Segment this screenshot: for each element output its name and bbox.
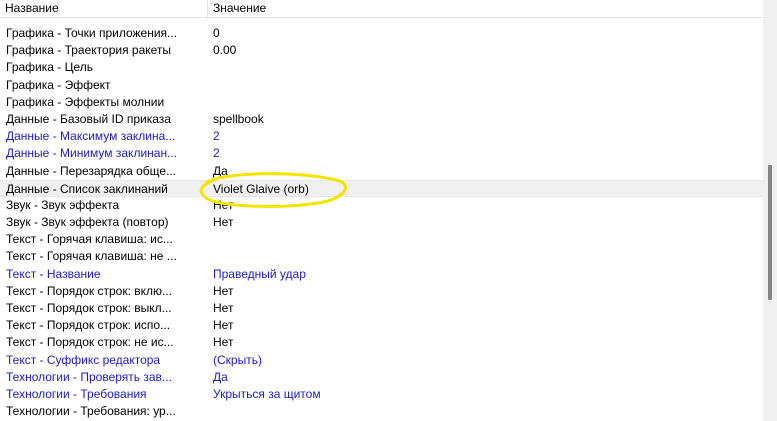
property-row[interactable]: Звук - Звук эффекта (повтор) Нет [0,214,763,231]
property-name: Технологии - Требования: ур... [6,404,176,419]
property-value[interactable]: Нет [213,214,753,231]
property-value[interactable]: 0.00 [213,42,753,59]
property-name: Текст - Суффикс редактора [6,352,161,367]
property-name: Графика - Цель [6,60,94,75]
property-row[interactable]: Текст - Горячая клавиша: ис... [0,231,763,248]
property-value[interactable]: Нет [213,300,753,317]
property-row[interactable]: Текст - Название Праведный удар [0,266,763,283]
property-value[interactable]: Праведный удар [213,266,753,283]
property-name: Звук - Звук эффекта (повтор) [6,215,169,230]
column-header-value[interactable]: Значение [208,0,763,17]
property-name: Данные - Максимум заклина... [6,129,176,144]
property-name: Технологии - Требования [6,386,147,401]
property-name: Графика - Точки приложения... [6,26,178,40]
property-value[interactable]: spellbook [213,111,753,128]
property-value[interactable]: 0 [213,25,753,42]
column-header: Название Значение [0,0,763,18]
property-name: Текст - Горячая клавиша: ис... [6,232,173,247]
property-row[interactable]: Текст - Горячая клавиша: не ... [0,248,763,265]
property-row[interactable]: Данные - Максимум заклина... 2 [0,128,763,145]
property-row[interactable]: Текст - Порядок строк: вклю... Нет [0,283,763,300]
property-name: Технологии - Проверять зав... [6,369,172,384]
vertical-scrollbar[interactable] [763,0,777,421]
property-name: Данные - Список заклинаний [6,181,168,196]
property-name: Текст - Порядок строк: выкл... [6,301,172,315]
property-name: Текст - Порядок строк: испо... [6,318,171,333]
scrollbar-thumb[interactable] [768,165,772,300]
property-row[interactable]: Графика - Траектория ракеты 0.00 [0,42,763,59]
property-row[interactable]: Данные - Базовый ID приказа spellbook [0,111,763,128]
property-value[interactable]: Нет [213,197,753,214]
property-value[interactable]: Нет [213,334,753,351]
property-row[interactable]: Графика - Цель [0,59,763,76]
object-properties-grid: Название Значение Графика - Точки прилож… [0,0,763,421]
property-value[interactable]: Укрыться за щитом [213,386,753,403]
property-row[interactable]: Текст - Суффикс редактора (Скрыть) [0,352,763,369]
property-row[interactable]: Графика - Точки приложения... 0 [0,25,763,42]
property-row[interactable]: Данные - Минимум заклинан... 2 [0,145,763,162]
property-value[interactable]: Нет [213,317,753,334]
property-name: Текст - Горячая клавиша: не ... [6,249,177,264]
property-value[interactable]: Да [213,369,753,386]
property-name: Текст - Название [6,266,101,281]
property-row[interactable]: Текст - Порядок строк: не ис... Нет [0,334,763,351]
property-row[interactable]: Технологии - Требования: ур... [0,403,763,420]
property-name: Данные - Минимум заклинан... [6,146,178,161]
property-row[interactable]: Графика - Эффекты молнии [0,94,763,111]
property-row[interactable]: Графика - Эффект [0,77,763,94]
properties-list: Графика - Точки приложения... 0 Графика - … [0,25,763,420]
property-value[interactable]: Нет [213,283,753,300]
property-name: Графика - Эффект [6,77,111,92]
column-header-name[interactable]: Название [0,0,208,17]
property-row[interactable]: Технологии - Требования Укрыться за щитом [0,386,763,403]
property-name: Звук - Звук эффекта [6,197,120,212]
property-row[interactable]: Звук - Звук эффекта Нет [0,197,763,214]
property-name: Данные - Базовый ID приказа [6,111,171,126]
property-row[interactable]: Данные - Список заклинаний Violet Glaive … [0,179,763,198]
property-value[interactable]: 2 [213,128,753,145]
property-row[interactable]: Технологии - Проверять зав... Да [0,369,763,386]
property-name: Текст - Порядок строк: вклю... [6,283,172,298]
property-row[interactable]: Данные - Перезарядка обще... Да [0,163,763,180]
property-name: Текст - Порядок строк: не ис... [6,335,174,350]
property-row[interactable]: Текст - Порядок строк: выкл... Нет [0,300,763,317]
property-name: Графика - Эффекты молнии [6,94,165,109]
property-value[interactable]: (Скрыть) [213,352,753,369]
property-value[interactable]: Violet Glaive (orb) [213,181,753,198]
property-value[interactable]: 2 [213,145,753,162]
property-name: Данные - Перезарядка обще... [6,163,177,178]
property-name: Графика - Траектория ракеты [6,43,172,58]
property-value[interactable]: Да [213,163,753,180]
property-row[interactable]: Текст - Порядок строк: испо... Нет [0,317,763,334]
